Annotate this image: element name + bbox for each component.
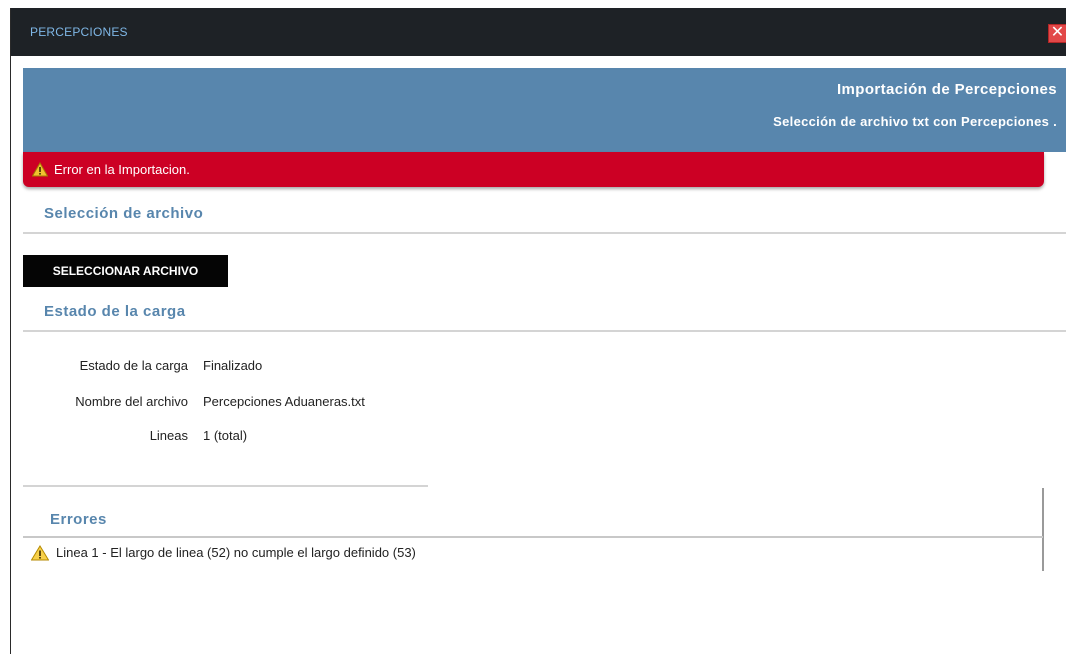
warning-icon xyxy=(30,545,50,564)
divider xyxy=(23,232,1066,234)
status-label: Estado de la carga xyxy=(79,358,188,373)
divider xyxy=(23,536,1043,538)
filename-label: Nombre del archivo xyxy=(75,394,188,409)
errors-panel-border xyxy=(1042,488,1044,571)
warning-icon xyxy=(31,161,49,180)
dialog-title: PERCEPCIONES xyxy=(30,25,128,39)
error-alert: Error en la Importacion. xyxy=(23,152,1044,187)
page-margin xyxy=(0,0,10,654)
page-subtitle: Selección de archivo txt con Percepcione… xyxy=(773,114,1057,129)
close-icon: ✕ xyxy=(1050,24,1065,41)
errors-section-title: Errores xyxy=(50,511,107,528)
select-file-button[interactable]: SELECCIONAR ARCHIVO xyxy=(23,255,228,287)
lines-label: Lineas xyxy=(149,428,188,443)
error-alert-message: Error en la Importacion. xyxy=(54,162,190,177)
page-title: Importación de Percepciones xyxy=(836,81,1057,98)
divider xyxy=(23,330,1066,332)
filename-value: Percepciones Aduaneras.txt xyxy=(203,394,365,409)
dialog-window: PERCEPCIONES ✕ Importación de Percepcion… xyxy=(10,8,1066,654)
page-header: Importación de Percepciones Selección de… xyxy=(23,68,1066,152)
lines-value: 1 (total) xyxy=(203,428,248,443)
file-section-title: Selección de archivo xyxy=(44,205,204,222)
error-item-text: Linea 1 - El largo de linea (52) no cump… xyxy=(56,545,416,560)
status-value: Finalizado xyxy=(203,358,263,373)
divider xyxy=(23,485,428,487)
status-section-title: Estado de la carga xyxy=(44,303,186,320)
dialog-titlebar: PERCEPCIONES ✕ xyxy=(11,8,1066,56)
close-button[interactable]: ✕ xyxy=(1048,24,1066,43)
